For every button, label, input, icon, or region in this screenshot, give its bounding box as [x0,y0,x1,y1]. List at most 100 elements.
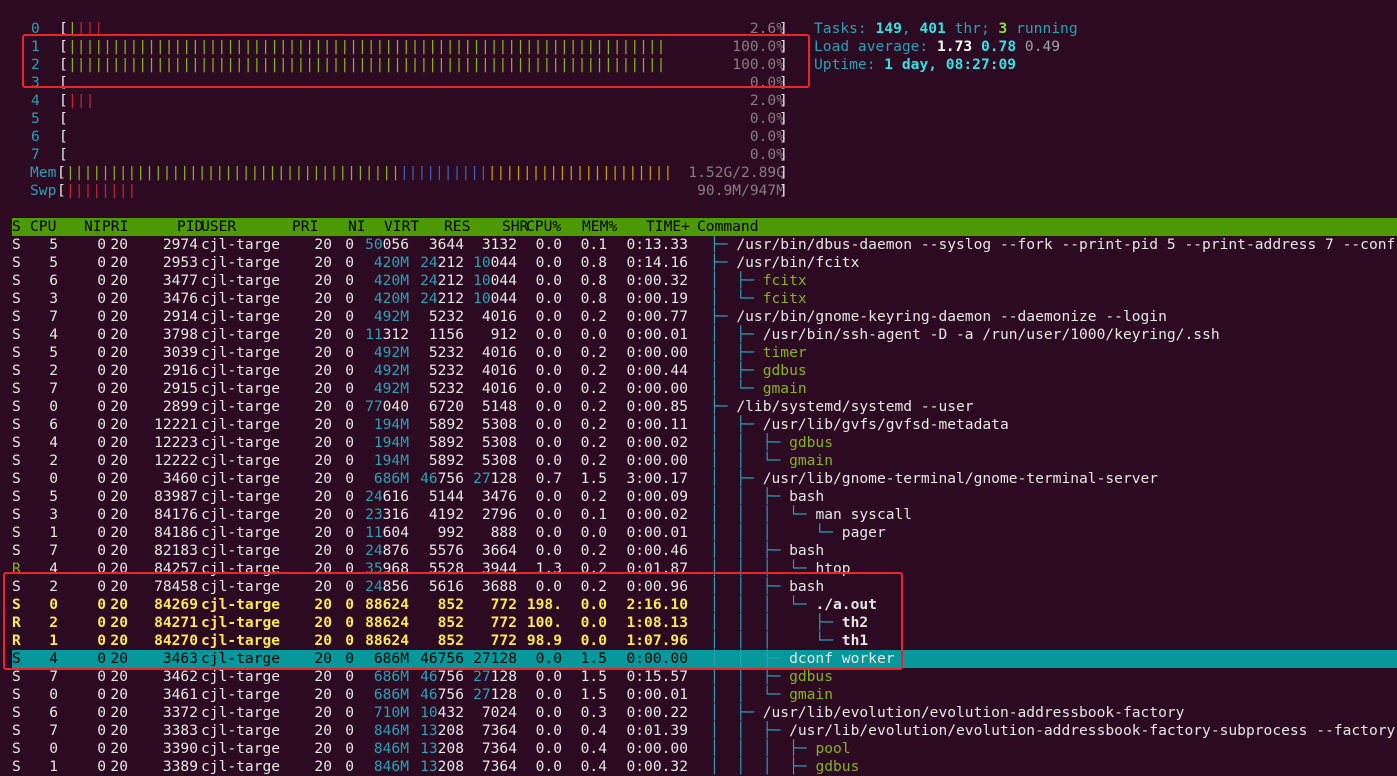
cell-res: 5528 [428,560,464,577]
cell-cpup: 198. [526,596,562,613]
cell-pri2: 20 [314,632,332,649]
tree-branch: │ │ ├─ [710,578,790,595]
process-row[interactable]: S 1 0 20 3389 cjl-targe 20 0 846M 13208 7364 0.0 0.4… [12,758,1397,776]
column-header-pri[interactable]: PRI [292,218,318,236]
process-row[interactable]: S 7 0 20 2915 cjl-targe 20 0 492M 5232 4016 0.0 0.2 0… [12,380,1397,398]
process-row[interactable]: S 3 0 20 84176 cjl-targe 20 0 23316 4192 2796 0.0 0.… [12,506,1397,524]
process-row[interactable]: S 6 0 20 12221 cjl-targe 20 0 194M 5892 5308 0.0 0.2… [12,416,1397,434]
process-row[interactable]: S 7 0 20 3383 cjl-targe 20 0 846M 13208 7364 0.0 0.4… [12,722,1397,740]
cell-ni2: 0 [345,506,354,523]
cell-pid: 2899 [162,398,198,415]
cell-memp: 0.2 [580,542,607,559]
cell-pid: 2915 [162,380,198,397]
cell-time: 1:08.13 [626,614,688,631]
tree-branch: │ │ │ └─ [710,632,842,649]
process-row[interactable]: S 3 0 20 3476 cjl-targe 20 0 420M 24212 10044 0.0 0.… [12,290,1397,308]
cell-pri2: 20 [314,344,332,361]
process-row[interactable]: S 4 0 20 3798 cjl-targe 20 0 11312 1156 912 0.0 0.0 0… [12,326,1397,344]
cell-res: 10432 [420,704,464,721]
cell-s: S [12,416,21,433]
cell-cmd: │ │ │ └─ htop [710,560,851,578]
process-command: /usr/lib/evolution/evolution-addressbook… [789,722,1396,739]
process-row[interactable]: S 7 0 20 2914 cjl-targe 20 0 492M 5232 4016 0.0 0.2 0… [12,308,1397,326]
cell-virt: 77040 [365,398,409,415]
cell-shr: 5308 [481,452,517,469]
process-row[interactable]: S 0 0 20 84269 cjl-targe 20 0 88624 852 772 198. 0.0… [12,596,1397,614]
cpu-meter-1: 1[||||||||||||||||||||||||||||||||||||||… [0,38,800,56]
column-header-res[interactable]: RES [444,218,470,236]
process-row[interactable]: S 5 0 20 3039 cjl-targe 20 0 492M 5232 4016 0.0 0.2 0… [12,344,1397,362]
cell-cpup: 0.0 [535,650,562,667]
column-header-pri[interactable]: PRI [102,218,128,236]
cell-virt: 420M [373,254,409,271]
process-row[interactable]: S 4 0 20 3463 cjl-targe 20 0 686M 46756 27128 0.0 1.… [12,650,1397,668]
tree-branch: │ │ ├─ [710,542,790,559]
column-header-time[interactable]: TIME+ [646,218,690,236]
cell-shr: 27128 [473,470,517,487]
process-row[interactable]: S 5 0 20 2953 cjl-targe 20 0 420M 24212 10044 0.0 0.… [12,254,1397,272]
cell-cmd: │ │ ├─ bash [710,542,824,560]
cell-virt: 23316 [365,506,409,523]
column-header-mem[interactable]: MEM% [582,218,617,236]
cell-memp: 1.5 [580,668,607,685]
process-row[interactable]: R 2 0 20 84271 cjl-targe 20 0 88624 852 772 100. 0.0… [12,614,1397,632]
cell-cmd: │ │ ├─ /usr/lib/evolution/evolution-addr… [710,722,1395,740]
cell-cmd: │ │ │ └─ ./a.out [710,596,877,614]
process-row[interactable]: S 6 0 20 3372 cjl-targe 20 0 710M 10432 7024 0.0 0.3… [12,704,1397,722]
cpu-meter-6: 6[0.0%] [0,128,800,146]
cell-memp: 0.2 [580,578,607,595]
process-command: th2 [841,614,869,631]
cell-pri: 20 [110,722,128,739]
cell-virt: 88624 [365,614,409,631]
process-row[interactable]: S 5 0 20 2974 cjl-targe 20 0 50056 3644 3132 0.0 0.1… [12,236,1397,254]
cell-pri: 20 [110,272,128,289]
cell-ni2: 0 [345,704,354,721]
process-row[interactable]: S 0 0 20 3460 cjl-targe 20 0 686M 46756 27128 0.7 1.… [12,470,1397,488]
cell-time: 0:00.01 [626,686,688,703]
cell-cpup: 0.0 [535,524,562,541]
column-header-ni[interactable]: NI [84,218,102,236]
cell-time: 3:00.17 [626,470,688,487]
tree-branch: │ │ └─ [710,452,790,469]
cell-virt: 686M [373,668,409,685]
process-row[interactable]: S 0 0 20 3461 cjl-targe 20 0 686M 46756 27128 0.0 1.… [12,686,1397,704]
process-row[interactable]: S 4 0 20 12223 cjl-targe 20 0 194M 5892 5308 0.0 0.2… [12,434,1397,452]
cell-pri: 20 [110,236,128,253]
process-table-header[interactable]: S CPU NI PRI PID USER PRI NI VIRT RES SHR CPU% MEM% T… [12,218,1397,236]
cell-user: cjl-targe [201,380,281,397]
cell-res: 5616 [428,578,464,595]
cell-pri2: 20 [314,704,332,721]
process-row[interactable]: S 7 0 20 82183 cjl-targe 20 0 24876 5576 3664 0.0 0.… [12,542,1397,560]
column-header-cpu[interactable]: CPU [30,218,56,236]
column-header-shr[interactable]: SHR [502,218,528,236]
tree-branch: │ │ │ ├─ [710,740,816,757]
column-header-cpu[interactable]: CPU% [526,218,561,236]
column-header-pid[interactable]: PID [177,218,203,236]
column-header-ni[interactable]: NI [348,218,366,236]
process-row[interactable]: S 2 0 20 78458 cjl-targe 20 0 24856 5616 3688 0.0 0.… [12,578,1397,596]
cell-cpup: 0.0 [535,452,562,469]
cell-s: R [12,560,21,577]
cell-s: S [12,542,21,559]
process-row[interactable]: S 2 0 20 2916 cjl-targe 20 0 492M 5232 4016 0.0 0.2 0… [12,362,1397,380]
cell-time: 0:00.77 [626,308,688,325]
tree-branch: │ ├─ [710,344,763,361]
cell-user: cjl-targe [201,362,281,379]
process-row[interactable]: S 0 0 20 2899 cjl-targe 20 0 77040 6720 5148 0.0 0.2… [12,398,1397,416]
process-row[interactable]: S 5 0 20 83987 cjl-targe 20 0 24616 5144 3476 0.0 0.… [12,488,1397,506]
cell-cpup: 0.0 [535,740,562,757]
process-row[interactable]: S 0 0 20 3390 cjl-targe 20 0 846M 13208 7364 0.0 0.4… [12,740,1397,758]
cell-user: cjl-targe [201,488,281,505]
process-row[interactable]: S 2 0 20 12222 cjl-targe 20 0 194M 5892 5308 0.0 0.2… [12,452,1397,470]
cell-user: cjl-targe [201,560,281,577]
cell-res: 46756 [420,470,464,487]
column-header-user[interactable]: USER [201,218,236,236]
process-row[interactable]: S 7 0 20 3462 cjl-targe 20 0 686M 46756 27128 0.0 1.… [12,668,1397,686]
process-row[interactable]: R 4 0 20 84257 cjl-targe 20 0 35968 5528 3944 1.3 0.… [12,560,1397,578]
process-row[interactable]: S 1 0 20 84186 cjl-targe 20 0 11604 992 888 0.0 0.0 0… [12,524,1397,542]
column-header-s[interactable]: S [12,218,21,236]
column-header-command[interactable]: Command [697,218,759,236]
column-header-virt[interactable]: VIRT [384,218,419,236]
process-row[interactable]: R 1 0 20 84270 cjl-targe 20 0 88624 852 772 98.9 0.0… [12,632,1397,650]
process-row[interactable]: S 6 0 20 3477 cjl-targe 20 0 420M 24212 10044 0.0 0.… [12,272,1397,290]
